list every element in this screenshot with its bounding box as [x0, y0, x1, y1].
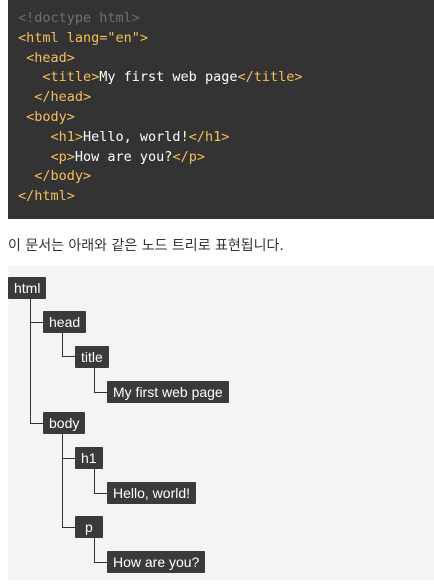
tree-node-head: head — [43, 311, 87, 333]
code-token-text: How are you? — [74, 148, 173, 165]
connector-body-h1 — [62, 458, 75, 459]
connector-title-text-h — [94, 392, 107, 393]
connector-html-head — [30, 322, 43, 323]
node-tree-diagram: html head title My first web page body h… — [8, 266, 434, 580]
code-token-tag: > — [139, 29, 149, 46]
code-token-attr: lang= — [66, 29, 108, 46]
connector-body-children — [62, 434, 63, 527]
code-block: <!doctype html> <html lang="en"> <head> <… — [8, 0, 434, 219]
code-token-tag: </p> — [172, 148, 205, 165]
connector-title-text — [94, 368, 95, 392]
code-line: </html> — [18, 187, 434, 207]
code-line: <p>How are you?</p> — [18, 148, 434, 168]
connector-head-title — [62, 332, 63, 356]
code-token-tag: </head> — [18, 89, 92, 106]
connector-body-p — [62, 527, 75, 528]
code-line: <!doctype html> — [18, 9, 434, 29]
connector-p-text — [94, 538, 95, 562]
code-line: <h1>Hello, world!</h1> — [18, 128, 434, 148]
tree-node-title-text: My first web page — [107, 381, 229, 403]
code-line: </body> — [18, 167, 434, 187]
tree-node-html: html — [8, 277, 47, 299]
code-token-tag: </body> — [18, 168, 92, 185]
code-line: <body> — [18, 108, 434, 128]
connector-h1-text-h — [94, 493, 107, 494]
code-line: <head> — [18, 49, 434, 69]
code-token-tag: </h1> — [188, 128, 230, 145]
code-token-text: My first web page — [99, 69, 238, 86]
tree-node-h1-text: Hello, world! — [107, 482, 197, 504]
code-token-tag: <html — [18, 29, 67, 46]
code-token-comment: <!doctype html> — [18, 10, 140, 26]
tree-node-p-text: How are you? — [107, 551, 206, 573]
connector-head-title-h — [62, 356, 75, 357]
tree-node-title: title — [75, 346, 109, 368]
code-token-tag: <p> — [18, 148, 75, 165]
tree-node-body: body — [43, 412, 86, 434]
connector-h1-text — [94, 469, 95, 493]
connector-html-body — [30, 423, 43, 424]
code-line: </head> — [18, 88, 434, 108]
code-token-string: "en" — [107, 29, 140, 46]
connector-html-children — [30, 288, 31, 423]
code-line: <html lang="en"> — [18, 29, 434, 49]
code-line: <title>My first web page</title> — [18, 68, 434, 88]
code-token-tag: </title> — [237, 69, 303, 86]
tree-node-h1: h1 — [75, 447, 103, 469]
connector-p-text-h — [94, 562, 107, 563]
code-token-tag: <h1> — [18, 128, 84, 145]
code-token-tag: <title> — [18, 69, 100, 86]
code-token-tag: <head> — [18, 49, 75, 66]
caption-text: 이 문서는 아래와 같은 노드 트리로 표현됩니다. — [8, 238, 284, 254]
tree-node-p: p — [75, 516, 103, 538]
code-token-tag: <body> — [18, 108, 75, 125]
code-token-text: Hello, world! — [83, 128, 189, 145]
code-token-tag: </html> — [18, 188, 75, 205]
